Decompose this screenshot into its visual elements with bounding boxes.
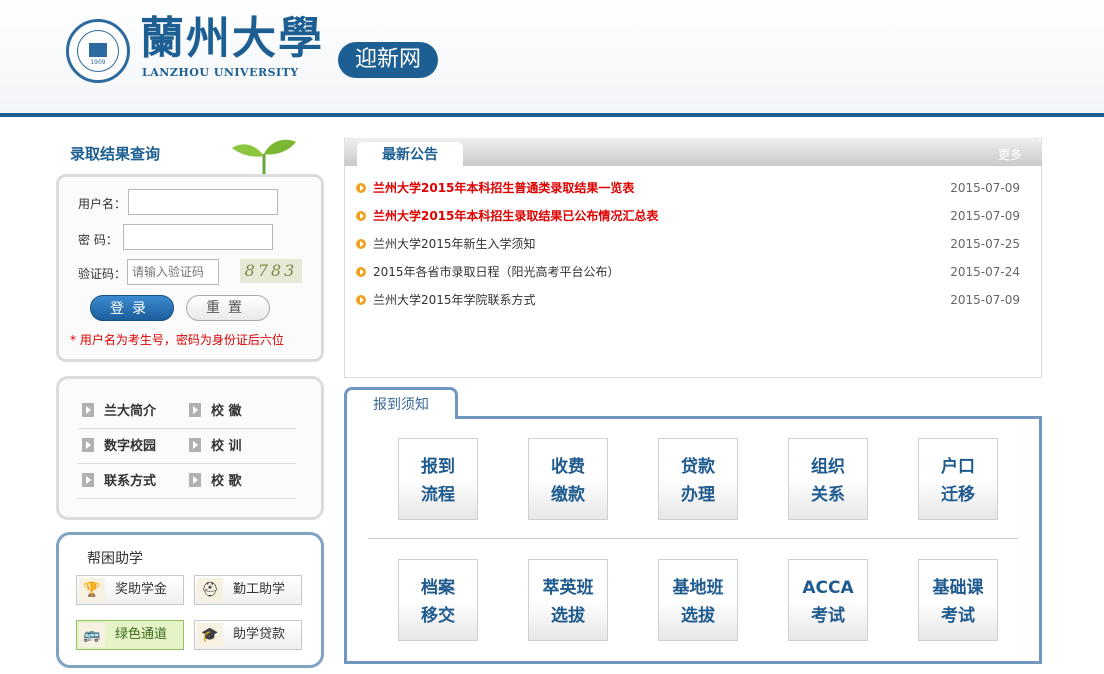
divider (78, 498, 296, 499)
tile-label: 收费 缴款 (551, 457, 585, 505)
tab-latest-announcements[interactable]: 最新公告 (357, 142, 463, 168)
link-label: 兰大简介 (104, 404, 157, 419)
tile-label: 档案 移交 (421, 578, 455, 626)
tile-loan[interactable]: 贷款 办理 (658, 438, 738, 520)
announcement-row[interactable]: 兰州大学2015年学院联系方式 2015-07-09 (356, 290, 1026, 310)
divider (78, 463, 296, 464)
password-input[interactable] (123, 224, 273, 250)
tile-registration-process[interactable]: 报到 流程 (398, 438, 478, 520)
tile-acca-exam[interactable]: ACCA 考试 (788, 559, 868, 641)
university-logo-text: 蘭州大學 (140, 13, 324, 64)
link-about[interactable]: 兰大简介 (82, 402, 156, 422)
bullet-icon (356, 239, 366, 249)
bullet-icon (356, 267, 366, 277)
aid-label: 绿色通道 (115, 627, 168, 642)
tile-label: 贷款 办理 (681, 457, 715, 505)
announcement-title[interactable]: 2015年各省市录取日程（阳光高考平台公布） (373, 262, 620, 282)
more-link[interactable]: 更多 (998, 146, 1022, 163)
helmet-icon: ⛑ (197, 578, 223, 602)
captcha-label: 验证码： (78, 267, 127, 281)
login-title: 录取结果查询 (70, 145, 161, 163)
captcha-input[interactable] (127, 259, 219, 285)
tile-label: 基础课 考试 (932, 578, 984, 626)
bullet-icon (356, 295, 366, 305)
announcement-date: 2015-07-09 (950, 293, 1020, 307)
announcement-title[interactable]: 兰州大学2015年学院联系方式 (373, 290, 536, 310)
username-input[interactable] (128, 189, 278, 215)
link-digital-campus[interactable]: 数字校园 (82, 437, 156, 457)
login-button[interactable]: 登录 (90, 295, 174, 321)
tile-fee-payment[interactable]: 收费 缴款 (528, 438, 608, 520)
link-motto[interactable]: 校 训 (189, 437, 242, 457)
link-label: 校 训 (211, 439, 242, 454)
scholarship-button[interactable]: 🏆 奖助学金 (76, 575, 184, 605)
announcement-date: 2015-07-25 (950, 237, 1020, 251)
arrow-icon (82, 403, 94, 417)
seal-building-icon (89, 43, 107, 57)
tile-label: ACCA 考试 (802, 578, 854, 626)
divider (368, 538, 1018, 539)
university-english-name: LANZHOU UNIVERSITY (142, 66, 299, 79)
arrow-icon (82, 473, 94, 487)
aid-label: 勤工助学 (233, 582, 286, 597)
announcement-title[interactable]: 兰州大学2015年本科招生普通类录取结果一览表 (373, 178, 634, 198)
captcha-image[interactable]: 8783 (240, 259, 302, 283)
graduate-icon: 🎓 (197, 623, 223, 647)
link-label: 校 徽 (211, 404, 242, 419)
announcement-title[interactable]: 兰州大学2015年本科招生录取结果已公布情况汇总表 (373, 206, 658, 226)
university-seal-icon: 1909 (66, 19, 130, 83)
announcement-row[interactable]: 兰州大学2015年本科招生录取结果已公布情况汇总表 2015-07-09 (356, 206, 1026, 226)
reset-button[interactable]: 重置 (186, 295, 270, 321)
tile-label: 报到 流程 (421, 457, 455, 505)
sprout-icon (232, 139, 296, 174)
student-loan-button[interactable]: 🎓 助学贷款 (194, 620, 302, 650)
bullet-icon (356, 211, 366, 221)
tile-base-class-selection[interactable]: 基地班 选拔 (658, 559, 738, 641)
bullet-icon (356, 183, 366, 193)
password-label: 密 码： (78, 233, 118, 247)
link-song[interactable]: 校 歌 (189, 472, 242, 492)
link-contact[interactable]: 联系方式 (82, 472, 156, 492)
announcement-row[interactable]: 兰州大学2015年新生入学须知 2015-07-25 (356, 234, 1026, 254)
arrow-icon (189, 473, 201, 487)
announcement-title[interactable]: 兰州大学2015年新生入学须知 (373, 234, 536, 254)
login-hint: * 用户名为考生号，密码为身份证后六位 (70, 333, 284, 347)
trophy-icon: 🏆 (79, 578, 105, 602)
financial-aid-title: 帮困助学 (87, 551, 143, 567)
seal-year: 1909 (90, 59, 106, 66)
tile-cuiying-selection[interactable]: 萃英班 选拔 (528, 559, 608, 641)
work-study-button[interactable]: ⛑ 勤工助学 (194, 575, 302, 605)
announcement-date: 2015-07-09 (950, 209, 1020, 223)
tile-basic-course-exam[interactable]: 基础课 考试 (918, 559, 998, 641)
link-label: 数字校园 (104, 439, 157, 454)
seal-inner-ring: 1909 (77, 30, 119, 72)
announcement-row[interactable]: 2015年各省市录取日程（阳光高考平台公布） 2015-07-24 (356, 262, 1026, 282)
header-divider (0, 113, 1104, 117)
tile-organization[interactable]: 组织 关系 (788, 438, 868, 520)
arrow-icon (189, 403, 201, 417)
tile-label: 组织 关系 (811, 457, 845, 505)
bus-icon: 🚌 (79, 623, 105, 647)
arrow-icon (189, 438, 201, 452)
announcement-row[interactable]: 兰州大学2015年本科招生普通类录取结果一览表 2015-07-09 (356, 178, 1026, 198)
announcement-date: 2015-07-24 (950, 265, 1020, 279)
aid-label: 助学贷款 (233, 627, 286, 642)
link-label: 联系方式 (104, 474, 157, 489)
tile-label: 基地班 选拔 (672, 578, 724, 626)
arrow-icon (82, 438, 94, 452)
announcements-panel (344, 138, 1042, 378)
tile-label: 萃英班 选拔 (542, 578, 594, 626)
link-label: 校 歌 (211, 474, 242, 489)
username-label: 用户名： (78, 197, 127, 211)
tile-household-transfer[interactable]: 户口 迁移 (918, 438, 998, 520)
tile-label: 户口 迁移 (941, 457, 975, 505)
tile-archive-transfer[interactable]: 档案 移交 (398, 559, 478, 641)
aid-label: 奖助学金 (115, 582, 168, 597)
tab-registration-notice[interactable]: 报到须知 (344, 387, 458, 419)
divider (78, 428, 296, 429)
green-channel-button[interactable]: 🚌 绿色通道 (76, 620, 184, 650)
announcement-date: 2015-07-09 (950, 181, 1020, 195)
site-name-badge: 迎新网 (338, 42, 438, 78)
link-emblem[interactable]: 校 徽 (189, 402, 242, 422)
